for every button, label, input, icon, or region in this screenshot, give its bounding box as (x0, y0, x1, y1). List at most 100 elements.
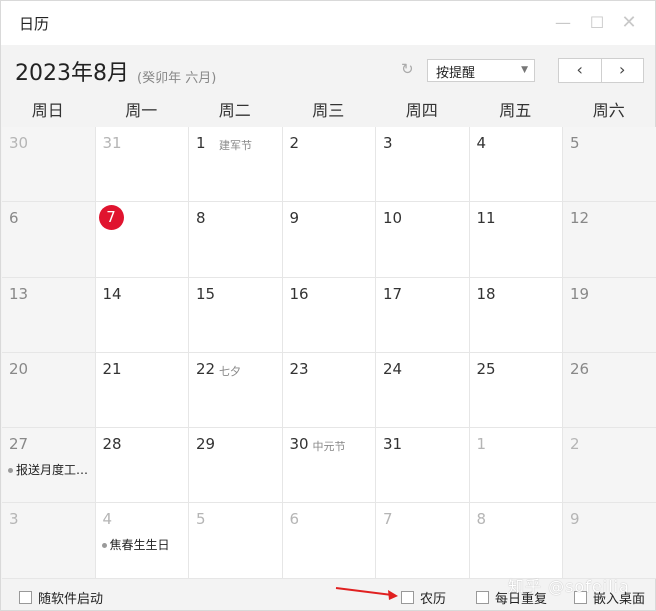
day-number: 4 (102, 510, 113, 529)
day-cell[interactable]: 20 (2, 352, 96, 429)
event-item[interactable]: 焦春生生日 (101, 536, 170, 553)
weekday-label: 周二 (218, 101, 251, 120)
day-number: 10 (383, 209, 403, 228)
day-number: 11 (476, 209, 496, 228)
day-cell[interactable]: 1 (469, 428, 563, 504)
day-cell[interactable]: 2 (563, 428, 656, 504)
day-number: 20 (9, 359, 29, 378)
day-number: 17 (383, 284, 403, 303)
day-number: 21 (102, 359, 122, 378)
weekday-label: 周一 (125, 101, 158, 120)
day-cell[interactable]: 30 (2, 127, 96, 203)
day-cell[interactable]: 3 (2, 503, 96, 579)
day-cell[interactable]: 23 (282, 352, 376, 429)
close-icon[interactable]: ✕ (619, 13, 639, 33)
day-cell[interactable]: 9 (563, 503, 656, 579)
day-cell[interactable]: 1 建军节 (189, 127, 283, 203)
event-title: 报送月度工… (16, 463, 89, 478)
day-cell[interactable]: 12 (563, 202, 656, 278)
festival-label: 七夕 (219, 364, 241, 378)
day-cell[interactable]: 21 (95, 352, 189, 429)
day-number: 31 (102, 134, 122, 152)
day-cell[interactable]: 5 (563, 127, 656, 203)
day-cell[interactable]: 19 (563, 277, 656, 353)
calendar-header: 2023年8月 (癸卯年 六月) ↻ 按提醒 ▼ ‹ › (1, 45, 655, 95)
calendar-window: 日历 — ☐ ✕ 2023年8月 (癸卯年 六月) ↻ 按提醒 ▼ ‹ › 周日… (0, 0, 656, 611)
day-cell[interactable]: 15 (189, 277, 283, 353)
day-number: 22 (196, 359, 216, 378)
reminder-select-value: 按提醒 (436, 66, 476, 81)
day-number: 5 (570, 134, 580, 152)
day-cell[interactable]: 31 (376, 428, 470, 504)
weekday-label: 周六 (592, 101, 625, 120)
day-number: 25 (476, 359, 496, 378)
day-number: 24 (383, 359, 403, 378)
day-cell[interactable]: 7 (95, 202, 189, 278)
checkbox-box (19, 591, 32, 604)
event-item[interactable]: 报送月度工… (8, 461, 88, 478)
day-cell[interactable]: 8 (189, 202, 283, 278)
lunar-label: 农历 (420, 592, 447, 607)
day-cell[interactable]: 29 (189, 428, 283, 504)
day-number: 13 (9, 284, 29, 303)
day-cell[interactable]: 22 七夕 (189, 352, 283, 429)
day-cell[interactable]: 14 (95, 277, 189, 353)
day-cell[interactable]: 13 (2, 277, 96, 353)
autostart-checkbox[interactable]: 随软件启动 (19, 588, 103, 607)
next-month-button[interactable]: › (600, 59, 644, 82)
title-bar: 日历 — ☐ ✕ (1, 1, 655, 45)
event-dot-icon (101, 543, 107, 549)
today-day-number: 7 (98, 205, 124, 231)
chevron-down-icon: ▼ (521, 65, 528, 75)
day-cell[interactable]: 17 (376, 277, 470, 353)
day-cell[interactable]: 4 (469, 127, 563, 203)
checkbox-box (476, 591, 489, 604)
day-cell[interactable]: 16 (282, 277, 376, 353)
day-number: 26 (570, 359, 590, 378)
day-number: 27 (9, 435, 29, 454)
maximize-icon[interactable]: ☐ (587, 13, 607, 33)
day-cell[interactable]: 6 (282, 503, 376, 579)
day-cell[interactable]: 18 (469, 277, 563, 353)
day-cell[interactable]: 3 (376, 127, 470, 203)
weekday-label: 周三 (312, 101, 345, 120)
weekday-label: 周五 (499, 101, 532, 120)
lunar-checkbox[interactable]: 农历 (401, 588, 446, 607)
day-cell[interactable]: 10 (376, 202, 470, 278)
day-number: 14 (102, 284, 122, 303)
day-cell[interactable]: 9 (282, 202, 376, 278)
day-cell[interactable]: 27 报送月度工… (2, 428, 96, 504)
day-number: 5 (196, 510, 206, 529)
day-cell[interactable]: 28 (95, 428, 189, 504)
day-cell[interactable]: 5 (189, 503, 283, 579)
day-number: 30 (289, 435, 309, 454)
day-number: 6 (9, 209, 19, 228)
day-cell[interactable]: 31 (95, 127, 189, 203)
event-title: 焦春生生日 (109, 538, 170, 553)
festival-label: 中元节 (312, 440, 346, 454)
day-cell[interactable]: 25 (469, 352, 563, 429)
day-cell[interactable]: 11 (469, 202, 563, 278)
day-number: 2 (289, 134, 300, 152)
day-cell[interactable]: 8 (469, 503, 563, 579)
day-cell[interactable]: 30 中元节 (282, 428, 376, 504)
day-number: 3 (383, 134, 393, 152)
refresh-icon[interactable]: ↻ (401, 61, 417, 77)
watermark: 知乎 @sofeilia (508, 577, 630, 596)
minimize-icon[interactable]: — (553, 13, 573, 33)
day-cell[interactable]: 26 (563, 352, 656, 429)
day-number: 16 (289, 284, 309, 303)
day-cell[interactable]: 2 (282, 127, 376, 203)
day-cell[interactable]: 6 (2, 202, 96, 278)
day-number: 1 (476, 435, 487, 454)
red-arrow-annotation (335, 587, 398, 600)
reminder-select[interactable]: 按提醒 ▼ (427, 59, 535, 82)
lunar-month-label: (癸卯年 六月) (137, 71, 217, 86)
day-cell[interactable]: 4 焦春生生日 (95, 503, 189, 579)
checkbox-box (401, 591, 414, 604)
day-cell[interactable]: 24 (376, 352, 470, 429)
day-number: 3 (9, 510, 19, 529)
autostart-label: 随软件启动 (38, 592, 104, 607)
prev-month-button[interactable]: ‹ (559, 59, 601, 82)
day-cell[interactable]: 7 (376, 503, 470, 579)
